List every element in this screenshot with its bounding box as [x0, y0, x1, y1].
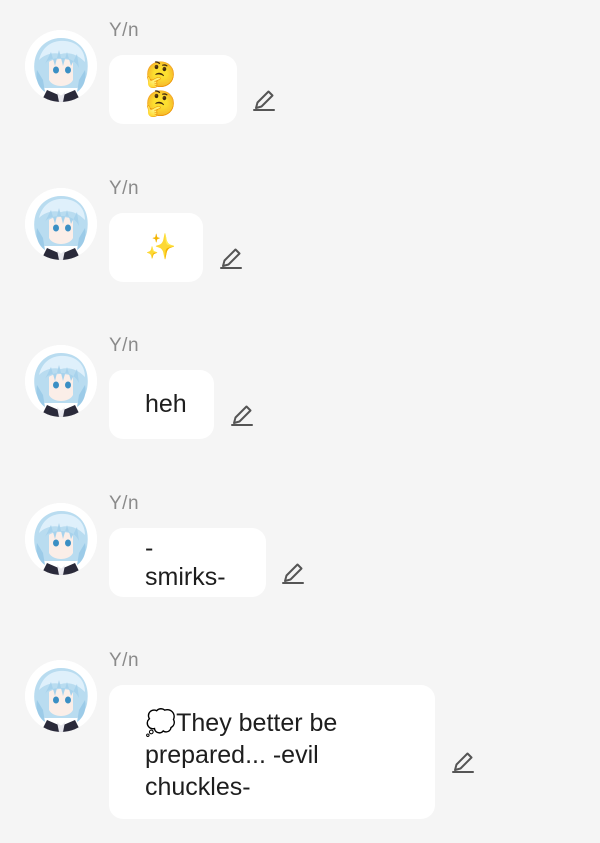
- avatar-icon[interactable]: [25, 503, 97, 575]
- message-text: heh: [145, 390, 187, 418]
- sender-name: Y/n: [109, 650, 140, 671]
- message-text: ✨: [145, 233, 177, 261]
- pencil-edit-icon[interactable]: [280, 560, 306, 586]
- pencil-edit-icon[interactable]: [450, 749, 476, 775]
- sender-name: Y/n: [109, 178, 140, 199]
- avatar-icon[interactable]: [25, 188, 97, 260]
- pencil-edit-icon[interactable]: [229, 402, 255, 428]
- message-bubble[interactable]: 🤔🤔: [109, 55, 237, 124]
- avatar-icon[interactable]: [25, 660, 97, 732]
- avatar-icon[interactable]: [25, 345, 97, 417]
- message-bubble[interactable]: ✨: [109, 213, 203, 282]
- message-bubble[interactable]: heh: [109, 370, 214, 439]
- sender-name: Y/n: [109, 20, 140, 41]
- sender-name: Y/n: [109, 493, 140, 514]
- pencil-edit-icon[interactable]: [218, 245, 244, 271]
- pencil-edit-icon[interactable]: [251, 87, 277, 113]
- avatar-icon[interactable]: [25, 30, 97, 102]
- message-text: -smirks-: [145, 533, 226, 591]
- sender-name: Y/n: [109, 335, 140, 356]
- message-text: 🤔🤔: [145, 60, 177, 118]
- message-bubble[interactable]: 💭They better be prepared... -evil chuckl…: [109, 685, 435, 819]
- message-text: 💭They better be prepared... -evil chuckl…: [145, 709, 345, 801]
- message-bubble[interactable]: -smirks-: [109, 528, 266, 597]
